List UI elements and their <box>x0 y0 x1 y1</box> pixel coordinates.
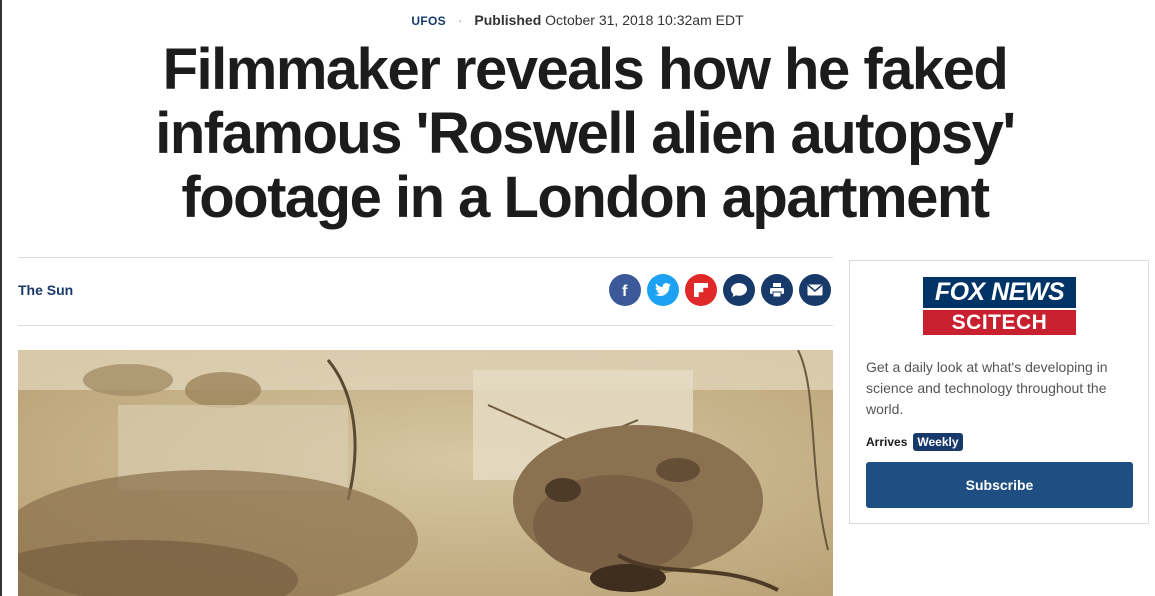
share-buttons: f <box>609 274 831 306</box>
newsletter-signup-card: FOX NEWS SCITECH Get a daily look at wha… <box>849 260 1149 524</box>
alien-autopsy-photo <box>18 350 833 596</box>
article-headline: Filmmaker reveals how he faked infamous … <box>155 37 1016 230</box>
print-icon <box>770 283 784 298</box>
newsletter-frequency: Arrives Weekly <box>866 433 963 451</box>
article-source: The Sun <box>18 282 74 298</box>
byline-bar: The Sun f <box>18 257 833 326</box>
twitter-share-button[interactable] <box>647 274 679 306</box>
logo-fox-news: FOX NEWS <box>923 277 1076 308</box>
published-date: October 31, 2018 10:32am EDT <box>545 12 744 28</box>
category-link[interactable]: UFOS <box>411 14 446 28</box>
article-meta: UFOS · Published October 31, 2018 10:32a… <box>0 12 1155 28</box>
print-button[interactable] <box>761 274 793 306</box>
email-share-button[interactable] <box>799 274 831 306</box>
svg-text:f: f <box>622 283 628 298</box>
comments-icon <box>731 283 747 297</box>
facebook-share-button[interactable]: f <box>609 274 641 306</box>
fox-news-scitech-logo: FOX NEWS SCITECH <box>923 277 1076 337</box>
article-lead-image[interactable] <box>18 350 833 596</box>
twitter-icon <box>655 283 671 296</box>
frequency-badge: Weekly <box>913 433 963 451</box>
comments-button[interactable] <box>723 274 755 306</box>
email-icon <box>807 284 823 296</box>
arrives-label: Arrives <box>866 435 908 449</box>
flipboard-share-button[interactable] <box>685 274 717 306</box>
published-label: Published <box>474 12 542 28</box>
meta-separator: · <box>457 12 463 28</box>
flipboard-icon <box>694 283 708 297</box>
logo-scitech: SCITECH <box>923 308 1076 335</box>
newsletter-description: Get a daily look at what's developing in… <box>866 359 1108 417</box>
page-left-border <box>0 0 2 596</box>
facebook-icon: f <box>622 283 628 298</box>
subscribe-button[interactable]: Subscribe <box>866 462 1133 508</box>
